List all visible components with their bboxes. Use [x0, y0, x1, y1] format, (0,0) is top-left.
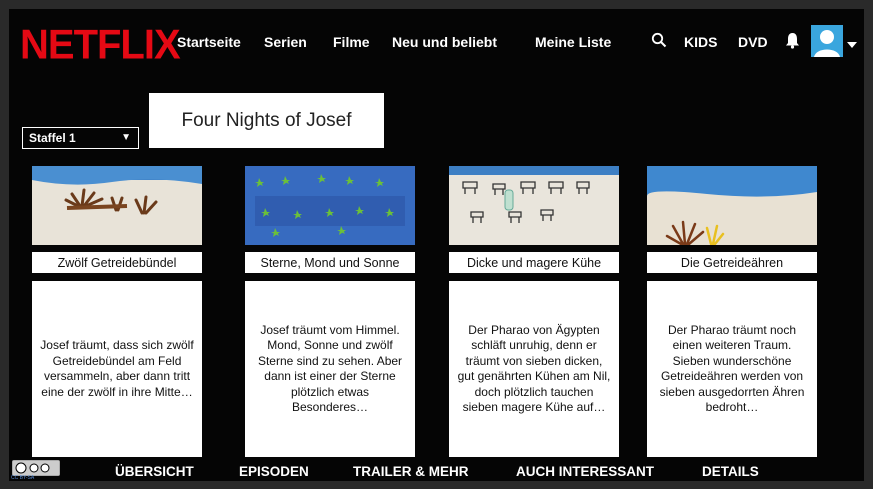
season-select-value: Staffel 1 [29, 131, 76, 145]
creative-commons-badge [12, 460, 60, 476]
episode-4-title[interactable]: Die Getreideähren [647, 252, 817, 273]
nav-neu-und-beliebt[interactable]: Neu und beliebt [392, 34, 497, 50]
episode-2-title[interactable]: Sterne, Mond und Sonne [245, 252, 415, 273]
tab-auch-interessant[interactable]: AUCH INTERESSANT [516, 464, 654, 479]
episode-3-description: Der Pharao von Ägypten schläft unruhig, … [449, 281, 619, 457]
nav-serien[interactable]: Serien [264, 34, 307, 50]
episode-2-description: Josef träumt vom Himmel. Mond, Sonne und… [245, 281, 415, 457]
tab-trailer-und-mehr[interactable]: TRAILER & MEHR [353, 464, 469, 479]
netflix-page: NETFLIX Startseite Serien Filme Neu und … [9, 9, 864, 481]
nav-kids[interactable]: KIDS [684, 34, 717, 50]
tab-uebersicht[interactable]: ÜBERSICHT [115, 464, 194, 479]
episode-3-title[interactable]: Dicke und magere Kühe [449, 252, 619, 273]
episode-4-thumbnail[interactable] [647, 166, 817, 245]
search-icon[interactable] [651, 32, 667, 53]
bell-icon[interactable] [785, 32, 800, 54]
user-icon [814, 30, 840, 57]
tab-details[interactable]: DETAILS [702, 464, 759, 479]
episode-4-description: Der Pharao träumt noch einen weiteren Tr… [647, 281, 817, 457]
episode-1-thumbnail[interactable] [32, 166, 202, 245]
nav-startseite[interactable]: Startseite [177, 34, 241, 50]
episode-3-thumbnail[interactable] [449, 166, 619, 245]
chevron-down-icon[interactable] [847, 36, 857, 54]
episode-2-thumbnail[interactable] [245, 166, 415, 245]
episode-1-description: Josef träumt, dass sich zwölf Getreidebü… [32, 281, 202, 457]
license-label: CC BY-SA [11, 475, 35, 481]
netflix-logo[interactable]: NETFLIX [20, 22, 181, 69]
nav-filme[interactable]: Filme [333, 34, 370, 50]
episode-1-title[interactable]: Zwölf Getreidebündel [32, 252, 202, 273]
season-select[interactable]: Staffel 1 ▼ [22, 127, 139, 149]
nav-dvd[interactable]: DVD [738, 34, 768, 50]
tab-episoden[interactable]: EPISODEN [239, 464, 309, 479]
nav-meine-liste[interactable]: Meine Liste [535, 34, 611, 50]
avatar[interactable] [811, 25, 843, 57]
dropdown-arrow-icon: ▼ [121, 132, 131, 143]
show-title: Four Nights of Josef [149, 93, 384, 148]
